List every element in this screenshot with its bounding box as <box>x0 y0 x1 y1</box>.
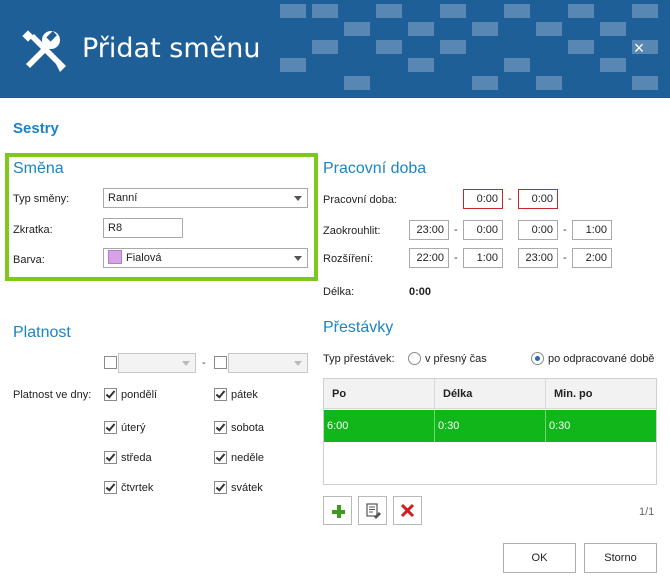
checkmark-icon <box>105 388 116 399</box>
validity-to-select[interactable] <box>228 353 308 373</box>
checkmark-icon <box>105 481 116 492</box>
checkmark-icon <box>105 451 116 462</box>
day-label: pátek <box>231 389 258 401</box>
checkmark-icon <box>215 388 226 399</box>
break-type-label: Typ přestávek: <box>323 353 395 365</box>
extension-input-3[interactable]: 23:00 <box>518 248 558 268</box>
extension-label: Rozšíření: <box>323 253 374 265</box>
ok-button[interactable]: OK <box>503 543 576 573</box>
day-label: neděle <box>231 452 265 464</box>
separator: - <box>454 252 458 264</box>
checkmark-icon <box>215 481 226 492</box>
color-select[interactable]: Fialová <box>103 248 308 268</box>
round-label: Zaokrouhlit: <box>323 225 381 237</box>
day-label: středa <box>121 452 152 464</box>
chevron-down-icon <box>182 361 190 366</box>
wrench-screwdriver-icon <box>22 30 66 72</box>
day-label: sobota <box>231 422 265 434</box>
table-cell: 0:30 <box>549 420 571 432</box>
header-pattern <box>280 4 658 90</box>
separator: - <box>454 224 458 236</box>
validity-from-select[interactable] <box>118 353 196 373</box>
separator: - <box>563 224 567 236</box>
color-value: Fialová <box>126 252 162 264</box>
table-row[interactable]: 6:00 0:30 0:30 <box>324 410 656 442</box>
work-time-from-input[interactable]: 0:00 <box>463 189 503 209</box>
break-type-exact-label: v přesný čas <box>425 353 487 365</box>
checkmark-icon <box>105 421 116 432</box>
validity-from-checkbox[interactable] <box>104 356 117 369</box>
day-checkbox-friday[interactable] <box>214 388 227 401</box>
extension-input-1[interactable]: 22:00 <box>409 248 449 268</box>
column-header-min-po[interactable]: Min. po <box>546 379 656 409</box>
round-input-2[interactable]: 0:00 <box>463 220 503 240</box>
extension-input-4[interactable]: 2:00 <box>572 248 612 268</box>
work-time-to-input[interactable]: 0:00 <box>518 189 558 209</box>
day-checkbox-sunday[interactable] <box>214 451 227 464</box>
table-header: Po Délka Min. po <box>324 379 656 409</box>
chevron-down-icon <box>294 361 302 366</box>
cancel-button[interactable]: Storno <box>584 543 657 573</box>
color-label: Barva: <box>13 254 45 266</box>
abbreviation-label: Zkratka: <box>13 224 53 236</box>
day-checkbox-saturday[interactable] <box>214 421 227 434</box>
abbreviation-input[interactable]: R8 <box>103 218 183 238</box>
validity-title: Platnost <box>13 324 71 341</box>
shift-type-value: Ranní <box>108 192 138 204</box>
shift-type-label: Typ směny: <box>13 193 70 205</box>
chevron-down-icon <box>294 196 302 201</box>
dialog-header: Přidat směnu × <box>0 0 670 98</box>
edit-icon <box>366 503 381 519</box>
validity-to-checkbox[interactable] <box>214 356 227 369</box>
checkmark-icon <box>215 421 226 432</box>
day-checkbox-wednesday[interactable] <box>104 451 117 464</box>
length-label: Délka: <box>323 286 355 298</box>
add-break-button[interactable] <box>323 496 352 525</box>
work-time-label: Pracovní doba: <box>323 194 397 206</box>
day-checkbox-holiday[interactable] <box>214 481 227 494</box>
table-cell: 6:00 <box>324 410 435 442</box>
separator: - <box>563 252 567 264</box>
breaks-table: Po Délka Min. po 6:00 0:30 0:30 <box>323 378 657 485</box>
break-type-worked-label: po odpracované době <box>548 353 655 365</box>
edit-break-button[interactable] <box>358 496 387 525</box>
round-input-4[interactable]: 1:00 <box>572 220 612 240</box>
radio-selected-dot <box>535 356 540 361</box>
length-value: 0:00 <box>409 286 432 298</box>
table-cell: 0:30 <box>435 410 546 442</box>
checkmark-icon <box>215 451 226 462</box>
chevron-down-icon <box>294 256 302 261</box>
work-time-title: Pracovní doba <box>323 160 427 177</box>
dialog-title: Přidat směnu <box>82 33 261 64</box>
day-label: úterý <box>121 422 146 434</box>
breaks-title: Přestávky <box>323 319 394 336</box>
separator: - <box>202 357 206 369</box>
day-label: svátek <box>231 482 263 494</box>
day-checkbox-thursday[interactable] <box>104 481 117 494</box>
break-type-exact-radio[interactable] <box>408 352 421 365</box>
validity-days-label: Platnost ve dny: <box>13 389 92 401</box>
column-header-po[interactable]: Po <box>324 379 435 409</box>
day-label: čtvrtek <box>121 482 154 494</box>
close-icon[interactable]: × <box>630 38 648 58</box>
add-icon <box>332 505 345 518</box>
delete-break-button[interactable] <box>393 496 422 525</box>
shift-type-select[interactable]: Ranní <box>103 188 308 208</box>
shift-group-title: Směna <box>13 160 64 177</box>
round-input-1[interactable]: 23:00 <box>409 220 449 240</box>
extension-input-2[interactable]: 1:00 <box>463 248 503 268</box>
round-input-3[interactable]: 0:00 <box>518 220 558 240</box>
separator: - <box>508 193 512 205</box>
color-swatch <box>108 250 122 264</box>
day-label: pondělí <box>121 389 158 401</box>
pager-label: 1/1 <box>639 506 655 518</box>
delete-icon <box>400 503 415 518</box>
day-checkbox-tuesday[interactable] <box>104 421 117 434</box>
section-name: Sestry <box>13 120 59 137</box>
break-type-worked-radio[interactable] <box>531 352 544 365</box>
column-header-length[interactable]: Délka <box>435 379 546 409</box>
day-checkbox-monday[interactable] <box>104 388 117 401</box>
